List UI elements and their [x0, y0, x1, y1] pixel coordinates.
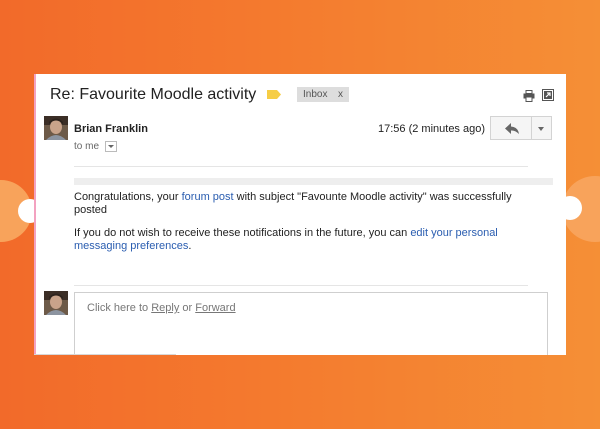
p2-prefix: If you do not wish to receive these noti… [74, 227, 411, 239]
message-paragraph-2: If you do not wish to receive these noti… [74, 227, 524, 253]
print-icon[interactable] [523, 90, 535, 102]
p1-prefix: Congratulations, your [74, 191, 182, 203]
user-avatar [44, 291, 68, 315]
card-bottom-line [34, 354, 176, 355]
compose-or: or [179, 302, 196, 314]
reply-arrow-icon [505, 123, 519, 134]
reply-link[interactable]: Reply [151, 302, 179, 314]
sender-avatar [44, 116, 68, 140]
recipient-text: to me [74, 141, 100, 153]
email-timestamp: 17:56 (2 minutes ago) [378, 123, 486, 135]
label-tag-icon[interactable] [267, 90, 281, 99]
compose-prompt: Click here to Reply or Forward [87, 302, 236, 314]
message-bottom-divider [74, 285, 528, 286]
p2-suffix: . [188, 240, 192, 252]
reply-button[interactable] [490, 116, 532, 140]
new-window-icon[interactable] [542, 89, 554, 101]
reply-compose-box[interactable]: Click here to Reply or Forward [74, 292, 548, 355]
card-accent-strip [34, 74, 36, 355]
message-paragraph-1: Congratulations, your forum post with su… [74, 191, 524, 217]
message-top-bar [74, 178, 553, 185]
email-subject: Re: Favourite Moodle activity [50, 86, 257, 103]
more-actions-button[interactable] [532, 116, 552, 140]
remove-label-button[interactable]: x [338, 87, 343, 102]
recipient-details-dropdown[interactable] [104, 141, 117, 152]
email-card: Re: Favourite Moodle activity Inbox x Br… [34, 74, 566, 355]
inbox-label-chip: Inbox x [297, 87, 349, 102]
recipient-line: to me [74, 141, 117, 152]
sender-name: Brian Franklin [74, 123, 148, 135]
inbox-label-text: Inbox [303, 89, 328, 100]
forum-post-link[interactable]: forum post [182, 191, 234, 203]
compose-prefix: Click here to [87, 302, 152, 314]
header-divider [74, 166, 528, 167]
forward-link[interactable]: Forward [195, 302, 235, 314]
